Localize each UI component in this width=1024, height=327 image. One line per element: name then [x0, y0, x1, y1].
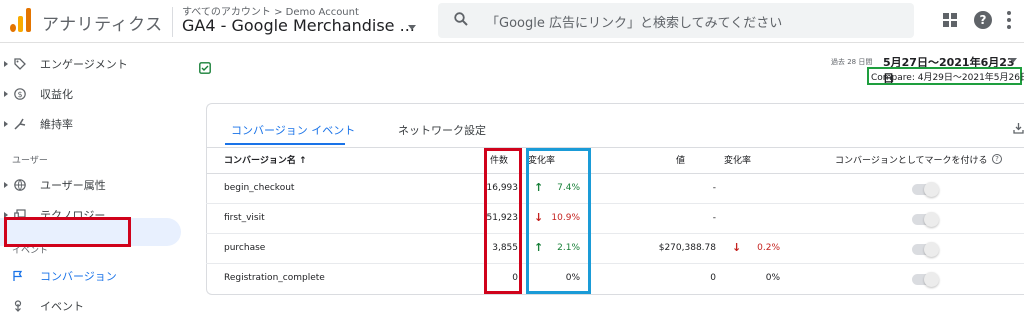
download-icon[interactable] — [1013, 122, 1024, 134]
sidebar-item-events[interactable]: イベント — [0, 293, 180, 319]
svg-text:$: $ — [17, 90, 22, 99]
header-divider — [172, 7, 173, 37]
search-bar[interactable]: 「Google 広告にリンク」と検索してみてください — [438, 3, 914, 38]
value-change-rate: 0.2% — [757, 243, 780, 253]
tab-network-settings[interactable]: ネットワーク設定 — [398, 122, 486, 138]
table-row — [206, 174, 1024, 204]
touch-icon — [14, 300, 22, 312]
mark-conversion-toggle[interactable] — [912, 272, 939, 287]
mark-conversion-toggle[interactable] — [912, 242, 939, 257]
expand-arrow-icon — [4, 61, 8, 67]
expand-arrow-icon — [4, 121, 8, 127]
mark-conversion-toggle[interactable] — [912, 182, 939, 197]
value-change-rate: 0% — [765, 273, 780, 283]
sidebar-item-label: コンバージョン — [40, 270, 117, 283]
sidebar-item-conversions[interactable]: コンバージョン — [0, 263, 180, 289]
highlight-box-change — [526, 148, 591, 294]
tag-icon — [14, 58, 26, 70]
analytics-logo[interactable] — [10, 8, 32, 32]
active-tab-indicator — [225, 143, 345, 145]
sidebar-item-monetization[interactable]: $ 収益化 — [0, 81, 180, 107]
column-header-mark-conversion: コンバージョンとしてマークを付ける — [835, 156, 988, 166]
arrow-down-icon: ↓ — [732, 241, 742, 254]
app-title: アナリティクス — [42, 15, 163, 35]
property-selector[interactable]: GA4 - Google Merchandise ... — [182, 16, 415, 35]
expand-arrow-icon — [4, 182, 8, 188]
column-header-value[interactable]: 値 — [676, 153, 685, 166]
tab-divider — [206, 147, 1024, 148]
tab-conversion-events[interactable]: コンバージョン イベント — [231, 122, 355, 138]
help-icon[interactable]: ? — [974, 11, 992, 29]
search-input[interactable]: 「Google 広告にリンク」と検索してみてください — [486, 12, 782, 31]
sidebar-item-label: 維持率 — [40, 118, 73, 131]
highlight-box-count — [484, 148, 522, 294]
column-header-value-change[interactable]: 変化率 — [724, 153, 751, 166]
compare-range: Compare: 4月29日～2021年5月26日 — [871, 73, 1024, 83]
conversion-value: $270,388.78 — [658, 243, 716, 253]
conversion-name[interactable]: first_visit — [224, 213, 265, 223]
chevron-down-icon[interactable] — [408, 25, 416, 30]
column-header-name[interactable]: コンバージョン名 ↑ — [224, 153, 307, 166]
globe-icon — [14, 179, 26, 191]
conversion-name[interactable]: begin_checkout — [224, 183, 294, 193]
sidebar-item-label: エンゲージメント — [40, 58, 128, 71]
section-label-user: ユーザー — [12, 156, 48, 166]
sidebar-item-label: イベント — [40, 300, 84, 313]
sidebar-item-engagement[interactable]: エンゲージメント — [0, 51, 180, 77]
conversion-value: 0 — [710, 273, 716, 283]
conversion-name[interactable]: purchase — [224, 243, 265, 253]
verified-check-icon[interactable] — [199, 62, 211, 74]
sidebar-item-label: ユーザー属性 — [40, 179, 106, 192]
chevron-down-icon[interactable] — [1009, 58, 1017, 63]
search-icon — [454, 12, 468, 26]
dollar-icon: $ — [14, 88, 26, 100]
retention-icon — [14, 118, 26, 130]
conversion-name[interactable]: Registration_complete — [224, 273, 325, 283]
conversion-value: - — [712, 213, 716, 223]
table-row — [206, 204, 1024, 234]
table-row — [206, 234, 1024, 264]
more-vert-icon[interactable] — [1007, 11, 1011, 29]
highlight-box-conversions — [4, 217, 131, 247]
apps-icon[interactable] — [943, 13, 957, 27]
help-circle-icon[interactable]: ? — [992, 154, 1002, 164]
top-app-bar: アナリティクス すべてのアカウント > Demo Account GA4 - G… — [0, 0, 1024, 43]
mark-conversion-toggle[interactable] — [912, 212, 939, 227]
date-range-prefix: 過去 28 日間 — [831, 58, 873, 66]
sidebar-item-demographics[interactable]: ユーザー属性 — [0, 172, 180, 198]
conversion-value: - — [712, 183, 716, 193]
flag-icon — [13, 270, 23, 281]
sidebar-item-label: 収益化 — [40, 88, 73, 101]
table-row — [206, 264, 1024, 294]
sidebar-item-retention[interactable]: 維持率 — [0, 111, 180, 137]
expand-arrow-icon — [4, 91, 8, 97]
